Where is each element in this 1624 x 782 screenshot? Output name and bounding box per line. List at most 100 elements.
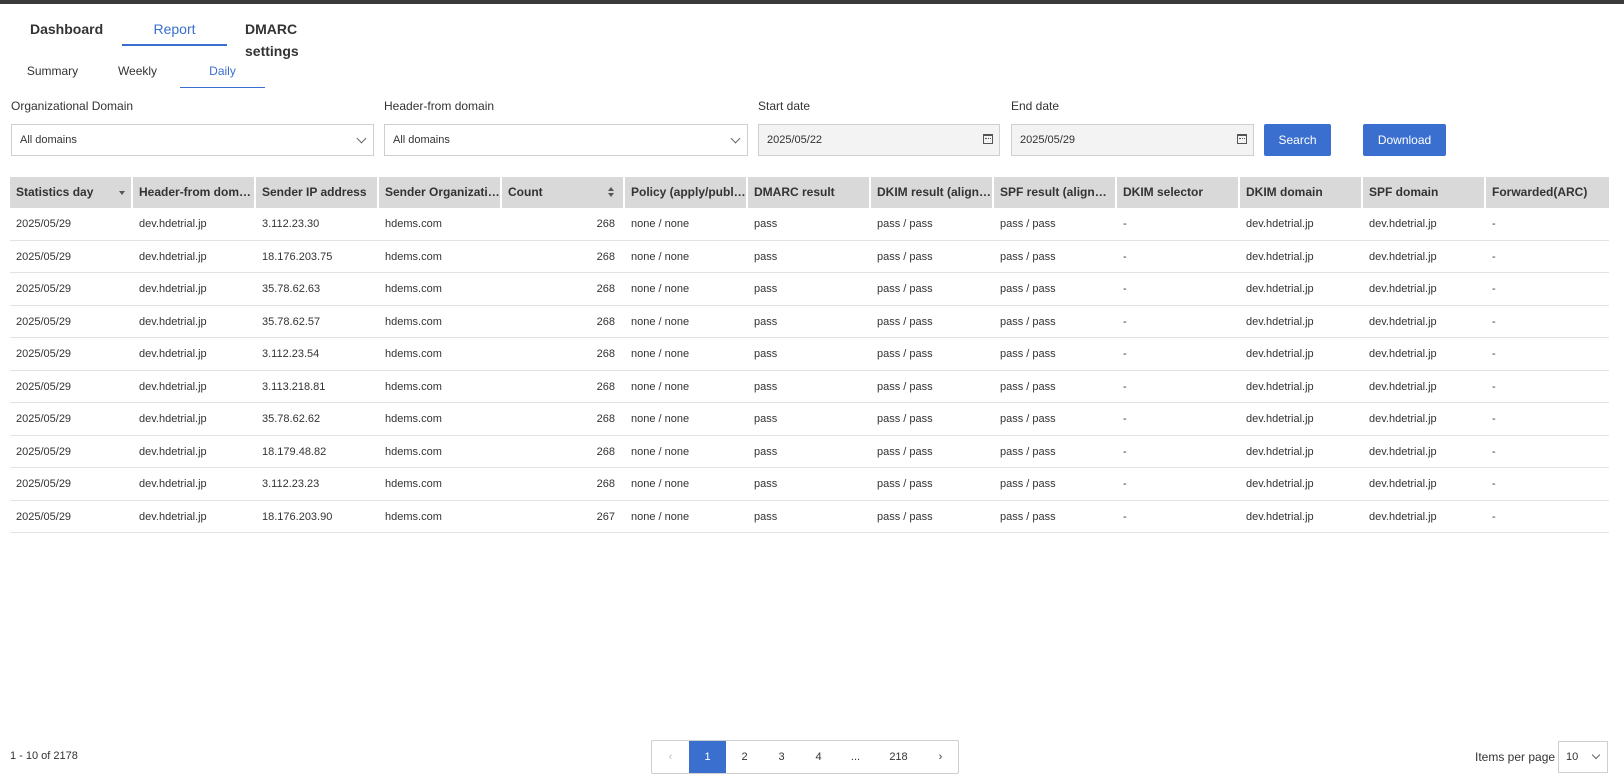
main-tabs: Dashboard Report DMARC settings	[12, 18, 357, 59]
tab-report[interactable]: Report	[122, 18, 227, 46]
col-forwarded-arc[interactable]: Forwarded(ARC)	[1486, 177, 1609, 208]
prev-page-button[interactable]: ‹	[652, 741, 689, 773]
subtab-summary[interactable]: Summary	[10, 62, 95, 88]
cell-count: 268	[596, 250, 615, 263]
cell-spf-domain: dev.hdetrial.jp	[1369, 510, 1437, 523]
col-spf-domain[interactable]: SPF domain	[1363, 177, 1484, 208]
cell-policy: none / none	[631, 380, 690, 393]
cell-dkim-result: pass / pass	[877, 510, 933, 523]
table-row[interactable]: 2025/05/29 dev.hdetrial.jp 35.78.62.57 hdem…	[10, 306, 1609, 338]
col-count[interactable]: Count	[502, 177, 623, 208]
col-dmarc-result[interactable]: DMARC result	[748, 177, 869, 208]
cell-header-from-domain: dev.hdetrial.jp	[139, 445, 207, 458]
table-row[interactable]: 2025/05/29 dev.hdetrial.jp 18.179.48.82 hde…	[10, 436, 1609, 468]
cell-header-from-domain: dev.hdetrial.jp	[139, 380, 207, 393]
start-date-input[interactable]: 2025/05/22	[758, 124, 1000, 156]
cell-dkim-selector: -	[1123, 348, 1127, 360]
cell-statistics-day: 2025/05/29	[16, 250, 72, 263]
table-row[interactable]: 2025/05/29 dev.hdetrial.jp 3.113.218.81 hde…	[10, 371, 1609, 403]
subtab-daily[interactable]: Daily	[180, 62, 265, 88]
table-row[interactable]: 2025/05/29 dev.hdetrial.jp 18.176.203.75 hd…	[10, 241, 1609, 273]
search-button[interactable]: Search	[1264, 124, 1331, 156]
cell-spf-domain: dev.hdetrial.jp	[1369, 445, 1437, 458]
cell-spf-domain: dev.hdetrial.jp	[1369, 315, 1437, 328]
end-date-input[interactable]: 2025/05/29	[1011, 124, 1254, 156]
cell-count: 268	[596, 315, 615, 328]
table-row[interactable]: 2025/05/29 dev.hdetrial.jp 18.176.203.90 hd…	[10, 501, 1609, 533]
table-row[interactable]: 2025/05/29 dev.hdetrial.jp 35.78.62.62 hdem…	[10, 403, 1609, 436]
page-button[interactable]: 218	[874, 741, 923, 773]
cell-forwarded-arc: -	[1492, 218, 1496, 230]
col-header-from-domain[interactable]: Header-from dom…	[133, 177, 254, 208]
items-per-page-value: 10	[1566, 751, 1579, 763]
table-row[interactable]: 2025/05/29 dev.hdetrial.jp 3.112.23.30 hdem…	[10, 208, 1609, 241]
calendar-icon[interactable]	[983, 134, 993, 144]
page-button[interactable]: 1	[689, 741, 726, 773]
col-dkim-domain[interactable]: DKIM domain	[1240, 177, 1361, 208]
tab-dmarc-settings[interactable]: DMARC settings	[227, 18, 357, 59]
next-page-button[interactable]: ›	[923, 741, 958, 773]
start-date-value: 2025/05/22	[767, 134, 823, 146]
table-row[interactable]: 2025/05/29 dev.hdetrial.jp 35.78.62.63 hdem…	[10, 273, 1609, 306]
pagination: ‹ 1 2 3 4 ... 218 ›	[651, 740, 959, 774]
cell-sender-organization: hdems.com	[385, 510, 442, 523]
tab-dashboard[interactable]: Dashboard	[12, 18, 122, 46]
col-dkim-selector[interactable]: DKIM selector	[1117, 177, 1238, 208]
cell-dmarc-result: pass	[754, 510, 778, 523]
cell-spf-result: pass / pass	[1000, 445, 1056, 458]
sort-down-icon	[119, 191, 125, 195]
cell-spf-result: pass / pass	[1000, 315, 1056, 328]
cell-dkim-domain: dev.hdetrial.jp	[1246, 315, 1314, 328]
items-per-page-select[interactable]: 10	[1558, 741, 1608, 773]
cell-spf-result: pass / pass	[1000, 478, 1056, 490]
col-dkim-result[interactable]: DKIM result (align…	[871, 177, 992, 208]
calendar-icon[interactable]	[1237, 134, 1247, 144]
cell-sender-ip: 18.179.48.82	[262, 445, 327, 458]
cell-spf-domain: dev.hdetrial.jp	[1369, 413, 1437, 425]
page-button[interactable]: 4	[800, 741, 837, 773]
col-statistics-day[interactable]: Statistics day	[10, 177, 131, 208]
cell-dmarc-result: pass	[754, 218, 778, 230]
cell-dkim-selector: -	[1123, 218, 1127, 230]
col-spf-result[interactable]: SPF result (alignm…	[994, 177, 1115, 208]
cell-sender-organization: hdems.com	[385, 315, 442, 328]
cell-dkim-domain: dev.hdetrial.jp	[1246, 348, 1314, 360]
cell-statistics-day: 2025/05/29	[16, 380, 72, 393]
col-sender-organization[interactable]: Sender Organizati…	[379, 177, 500, 208]
top-bar	[0, 0, 1624, 4]
col-policy[interactable]: Policy (apply/publ…	[625, 177, 746, 208]
cell-statistics-day: 2025/05/29	[16, 478, 72, 490]
cell-policy: none / none	[631, 315, 690, 328]
cell-sender-organization: hdems.com	[385, 380, 442, 393]
cell-sender-organization: hdems.com	[385, 218, 442, 230]
cell-forwarded-arc: -	[1492, 445, 1496, 458]
cell-dkim-domain: dev.hdetrial.jp	[1246, 510, 1314, 523]
cell-dmarc-result: pass	[754, 478, 778, 490]
cell-policy: none / none	[631, 413, 690, 425]
cell-policy: none / none	[631, 218, 690, 230]
items-per-page-label: Items per page	[1475, 750, 1556, 764]
cell-dkim-selector: -	[1123, 315, 1127, 328]
download-button[interactable]: Download	[1363, 124, 1446, 156]
cell-sender-organization: hdems.com	[385, 413, 442, 425]
table-row[interactable]: 2025/05/29 dev.hdetrial.jp 3.112.23.54 hdem…	[10, 338, 1609, 371]
page-button[interactable]: 2	[726, 741, 763, 773]
table-row[interactable]: 2025/05/29 dev.hdetrial.jp 3.112.23.23 hdem…	[10, 468, 1609, 501]
cell-count: 268	[596, 348, 615, 360]
cell-statistics-day: 2025/05/29	[16, 218, 72, 230]
cell-policy: none / none	[631, 348, 690, 360]
cell-header-from-domain: dev.hdetrial.jp	[139, 478, 207, 490]
page-button[interactable]: 3	[763, 741, 800, 773]
cell-dkim-result: pass / pass	[877, 413, 933, 425]
cell-header-from-domain: dev.hdetrial.jp	[139, 348, 207, 360]
org-domain-select[interactable]: All domains	[11, 124, 374, 156]
cell-forwarded-arc: -	[1492, 478, 1496, 490]
chevron-down-icon	[1591, 750, 1601, 760]
cell-spf-domain: dev.hdetrial.jp	[1369, 218, 1437, 230]
cell-header-from-domain: dev.hdetrial.jp	[139, 250, 207, 263]
cell-dkim-result: pass / pass	[877, 380, 933, 393]
col-sender-ip[interactable]: Sender IP address	[256, 177, 377, 208]
cell-dkim-selector: -	[1123, 380, 1127, 393]
subtab-weekly[interactable]: Weekly	[95, 62, 180, 88]
header-from-select[interactable]: All domains	[384, 124, 748, 156]
